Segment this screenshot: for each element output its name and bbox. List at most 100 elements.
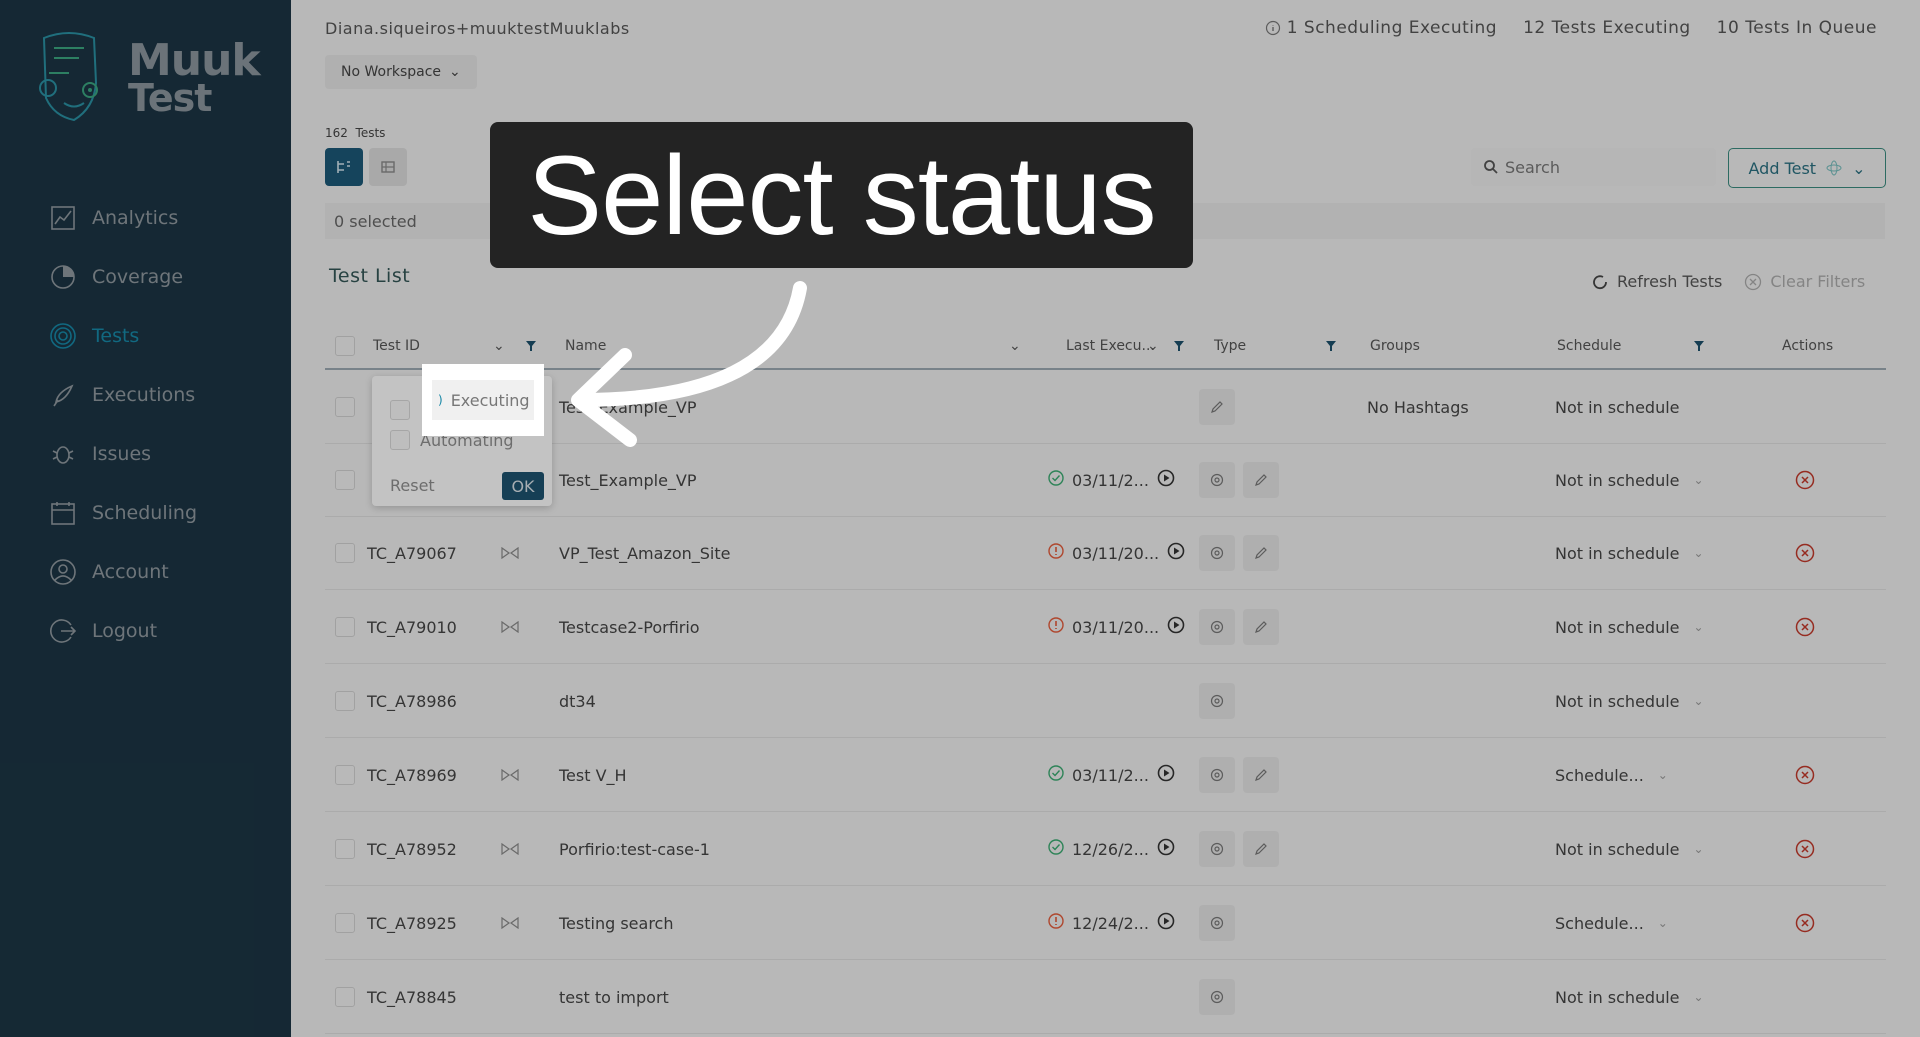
list-view-button[interactable] bbox=[369, 148, 407, 186]
schedule-select[interactable]: Not in schedule ⌄ bbox=[1555, 664, 1704, 738]
schedule-select[interactable]: Not in schedule ⌄ bbox=[1555, 443, 1704, 517]
pencil-icon[interactable] bbox=[1243, 535, 1279, 571]
gear-icon[interactable] bbox=[1199, 609, 1235, 645]
test-name[interactable]: Testing search bbox=[559, 886, 673, 960]
schedule-select[interactable]: Schedule... ⌄ bbox=[1555, 886, 1668, 960]
delete-icon[interactable] bbox=[1795, 812, 1815, 886]
highlighted-option-executing[interactable]: ) Executing bbox=[432, 380, 534, 420]
pencil-icon[interactable] bbox=[1243, 831, 1279, 867]
table-row[interactable]: TC_A79010 Testcase2-Porfirio 03/11/20... No… bbox=[325, 590, 1886, 664]
add-test-button[interactable]: Add Test ⌄ bbox=[1728, 148, 1886, 188]
sort-chevron-icon[interactable]: ⌄ bbox=[493, 323, 505, 368]
play-icon[interactable] bbox=[1157, 764, 1175, 786]
delete-icon[interactable] bbox=[1795, 738, 1815, 812]
schedule-select[interactable]: Not in schedule ⌄ bbox=[1555, 516, 1704, 590]
row-checkbox[interactable] bbox=[335, 691, 355, 711]
column-last-execution[interactable]: Last Execu... bbox=[1066, 323, 1155, 368]
column-type[interactable]: Type bbox=[1214, 323, 1246, 368]
play-icon[interactable] bbox=[1167, 616, 1185, 638]
sidebar-item-logout[interactable]: Logout bbox=[48, 601, 197, 660]
sidebar-item-tests[interactable]: Tests bbox=[48, 306, 197, 365]
pencil-icon[interactable] bbox=[1243, 609, 1279, 645]
play-icon[interactable] bbox=[1157, 838, 1175, 860]
filter-reset-button[interactable]: Reset bbox=[390, 476, 435, 495]
tree-view-button[interactable] bbox=[325, 148, 363, 186]
row-checkbox[interactable] bbox=[335, 397, 355, 417]
search-box[interactable] bbox=[1471, 148, 1716, 186]
pencil-icon[interactable] bbox=[1243, 462, 1279, 498]
filter-icon[interactable] bbox=[1325, 323, 1337, 368]
play-icon[interactable] bbox=[1157, 912, 1175, 934]
play-icon[interactable] bbox=[1167, 542, 1185, 564]
tests-in-queue-status[interactable]: 10 Tests In Queue bbox=[1717, 18, 1877, 38]
table-row[interactable]: TC_A78986 dt34 Not in schedule ⌄ bbox=[325, 664, 1886, 738]
sidebar-item-scheduling[interactable]: Scheduling bbox=[48, 483, 197, 542]
column-groups[interactable]: Groups bbox=[1370, 323, 1420, 368]
filter-ok-button[interactable]: OK bbox=[502, 472, 544, 500]
schedule-select[interactable]: Not in schedule bbox=[1555, 370, 1680, 444]
test-name[interactable]: test to import bbox=[559, 960, 669, 1034]
schedule-select[interactable]: Not in schedule ⌄ bbox=[1555, 590, 1704, 664]
row-checkbox[interactable] bbox=[335, 765, 355, 785]
test-name[interactable]: dt34 bbox=[559, 664, 596, 738]
pencil-icon[interactable] bbox=[1243, 757, 1279, 793]
row-checkbox[interactable] bbox=[335, 839, 355, 859]
filter-icon[interactable] bbox=[1173, 323, 1185, 368]
sidebar-item-issues[interactable]: Issues bbox=[48, 424, 197, 483]
table-row[interactable]: TC_A78952 Porfirio:test-case-1 12/26/2... N… bbox=[325, 812, 1886, 886]
pencil-icon[interactable] bbox=[1199, 389, 1235, 425]
test-name[interactable]: Testcase2-Porfirio bbox=[559, 590, 700, 664]
test-name[interactable]: Porfirio:test-case-1 bbox=[559, 812, 710, 886]
delete-icon[interactable] bbox=[1795, 590, 1815, 664]
gear-icon[interactable] bbox=[1199, 757, 1235, 793]
gear-icon[interactable] bbox=[1199, 535, 1235, 571]
sort-chevron-icon[interactable]: ⌄ bbox=[1147, 323, 1159, 368]
sidebar-item-account[interactable]: Account bbox=[48, 542, 197, 601]
gear-icon[interactable] bbox=[1199, 831, 1235, 867]
delete-icon[interactable] bbox=[1795, 443, 1815, 517]
filter-option-executing[interactable] bbox=[390, 400, 410, 420]
sidebar-item-analytics[interactable]: Analytics bbox=[48, 188, 197, 247]
filter-icon[interactable] bbox=[525, 323, 537, 368]
gear-icon[interactable] bbox=[1199, 979, 1235, 1015]
schedule-select[interactable]: Schedule... ⌄ bbox=[1555, 738, 1668, 812]
test-name[interactable]: Test V_H bbox=[559, 738, 627, 812]
table-row[interactable]: TC_A78969 Test V_H 03/11/2... Schedule... ⌄ bbox=[325, 738, 1886, 812]
row-checkbox[interactable] bbox=[335, 913, 355, 933]
gear-icon[interactable] bbox=[1199, 905, 1235, 941]
sidebar-item-coverage[interactable]: Coverage bbox=[48, 247, 197, 306]
video-icon[interactable] bbox=[501, 590, 519, 664]
table-row[interactable]: TC_A78925 Testing search 12/24/2... Schedul… bbox=[325, 886, 1886, 960]
row-checkbox[interactable] bbox=[335, 617, 355, 637]
muuktest-logo[interactable]: Muuk Test bbox=[24, 28, 261, 128]
scheduling-status[interactable]: 1 Scheduling Executing bbox=[1265, 18, 1497, 38]
video-icon[interactable] bbox=[501, 738, 519, 812]
schedule-select[interactable]: Not in schedule ⌄ bbox=[1555, 960, 1704, 1034]
column-schedule[interactable]: Schedule bbox=[1557, 323, 1621, 368]
refresh-tests-button[interactable]: Refresh Tests bbox=[1591, 272, 1722, 291]
sidebar-item-executions[interactable]: Executions bbox=[48, 365, 197, 424]
column-test-id[interactable]: Test ID bbox=[373, 323, 420, 368]
filter-checkbox[interactable] bbox=[390, 430, 410, 450]
workspace-select[interactable]: No Workspace ⌄ bbox=[325, 55, 477, 89]
gear-icon[interactable] bbox=[1199, 462, 1235, 498]
schedule-select[interactable]: Not in schedule ⌄ bbox=[1555, 812, 1704, 886]
video-icon[interactable] bbox=[501, 516, 519, 590]
play-icon[interactable] bbox=[1157, 469, 1175, 491]
filter-icon[interactable] bbox=[1693, 323, 1705, 368]
video-icon[interactable] bbox=[501, 812, 519, 886]
row-checkbox[interactable] bbox=[335, 470, 355, 490]
video-icon[interactable] bbox=[501, 886, 519, 960]
search-input[interactable] bbox=[1505, 157, 1685, 177]
filter-checkbox[interactable] bbox=[390, 400, 410, 420]
select-all-checkbox[interactable] bbox=[335, 335, 355, 356]
table-row[interactable]: TC_A78845 test to import Not in schedule ⌄ bbox=[325, 960, 1886, 1034]
delete-icon[interactable] bbox=[1795, 516, 1815, 590]
tests-executing-status[interactable]: 12 Tests Executing bbox=[1523, 18, 1691, 38]
row-checkbox[interactable] bbox=[335, 543, 355, 563]
gear-icon[interactable] bbox=[1199, 683, 1235, 719]
clear-filters-button[interactable]: Clear Filters bbox=[1744, 272, 1865, 291]
sort-chevron-icon[interactable]: ⌄ bbox=[1009, 323, 1021, 368]
table-row[interactable]: TC_A79067 VP_Test_Amazon_Site 03/11/20... N… bbox=[325, 516, 1886, 590]
row-checkbox[interactable] bbox=[335, 987, 355, 1007]
